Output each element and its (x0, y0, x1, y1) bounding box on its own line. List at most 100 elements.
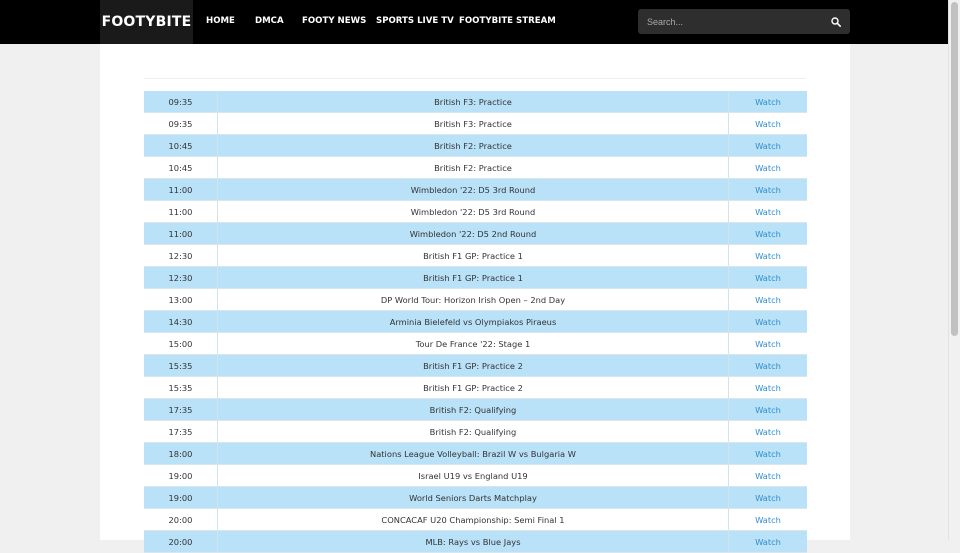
match-time: 11:00 (144, 178, 218, 201)
scrollbar-thumb[interactable] (951, 2, 958, 336)
watch-cell: Watch (728, 530, 807, 553)
watch-link[interactable]: Watch (755, 295, 781, 305)
schedule-row: 20:00 CONCACAF U20 Championship: Semi Fin… (144, 508, 807, 531)
nav-dmca[interactable]: DMCA (255, 0, 284, 44)
watch-link[interactable]: Watch (755, 119, 781, 129)
watch-cell: Watch (728, 91, 807, 113)
event-title: Israel U19 vs England U19 (217, 464, 729, 487)
watch-cell: Watch (728, 266, 807, 289)
event-title: MLB: Rays vs Blue Jays (217, 530, 729, 553)
match-time: 15:35 (144, 354, 218, 377)
watch-cell: Watch (728, 200, 807, 223)
top-navbar: FOOTYBITE HOME DMCA FOOTY NEWS SPORTS LI… (0, 0, 948, 44)
page-scrollbar[interactable] (948, 0, 960, 540)
search-box (638, 9, 850, 34)
content-divider (144, 78, 806, 79)
search-button[interactable] (827, 13, 845, 30)
match-time: 12:30 (144, 266, 218, 289)
watch-link[interactable]: Watch (755, 427, 781, 437)
match-time: 15:00 (144, 332, 218, 355)
watch-cell: Watch (728, 354, 807, 377)
watch-link[interactable]: Watch (755, 185, 781, 195)
event-title: DP World Tour: Horizon Irish Open – 2nd … (217, 288, 729, 311)
event-title: British F1 GP: Practice 1 (217, 266, 729, 289)
watch-link[interactable]: Watch (755, 537, 781, 547)
schedule-row: 11:00 Wimbledon '22: D5 2nd Round Watch (144, 222, 807, 245)
event-title: British F2: Practice (217, 134, 729, 157)
watch-link[interactable]: Watch (755, 339, 781, 349)
schedule-table: 09:35 British F3: Practice Watch 09:35 Briti… (144, 91, 807, 553)
event-title: British F3: Practice (217, 91, 729, 113)
match-time: 12:30 (144, 244, 218, 267)
watch-cell: Watch (728, 398, 807, 421)
watch-link[interactable]: Watch (755, 493, 781, 503)
match-time: 17:35 (144, 398, 218, 421)
watch-cell: Watch (728, 508, 807, 531)
watch-link[interactable]: Watch (755, 405, 781, 415)
event-title: British F1 GP: Practice 2 (217, 376, 729, 399)
schedule-row: 17:35 British F2: Qualifying Watch (144, 420, 807, 443)
watch-link[interactable]: Watch (755, 273, 781, 283)
nav-footybite-stream[interactable]: FOOTYBITE STREAM (459, 0, 556, 44)
nav-sports-live-tv[interactable]: SPORTS LIVE TV (376, 0, 454, 44)
schedule-row: 19:00 World Seniors Darts Matchplay Watch (144, 486, 807, 509)
watch-link[interactable]: Watch (755, 141, 781, 151)
event-title: British F2: Qualifying (217, 420, 729, 443)
watch-cell: Watch (728, 442, 807, 465)
schedule-row: 10:45 British F2: Practice Watch (144, 156, 807, 179)
match-time: 10:45 (144, 134, 218, 157)
match-time: 13:00 (144, 288, 218, 311)
schedule-row: 10:45 British F2: Practice Watch (144, 134, 807, 157)
schedule-row: 15:35 British F1 GP: Practice 2 Watch (144, 354, 807, 377)
event-title: British F2: Practice (217, 156, 729, 179)
watch-cell: Watch (728, 112, 807, 135)
schedule-row: 09:35 British F3: Practice Watch (144, 112, 807, 135)
match-time: 11:00 (144, 222, 218, 245)
event-title: World Seniors Darts Matchplay (217, 486, 729, 509)
watch-link[interactable]: Watch (755, 207, 781, 217)
schedule-row: 20:00 MLB: Rays vs Blue Jays Watch (144, 530, 807, 553)
match-time: 09:35 (144, 91, 218, 113)
watch-link[interactable]: Watch (755, 229, 781, 239)
watch-cell: Watch (728, 486, 807, 509)
event-title: British F1 GP: Practice 2 (217, 354, 729, 377)
event-title: CONCACAF U20 Championship: Semi Final 1 (217, 508, 729, 531)
match-time: 17:35 (144, 420, 218, 443)
schedule-row: 11:00 Wimbledon '22: D5 3rd Round Watch (144, 178, 807, 201)
watch-cell: Watch (728, 288, 807, 311)
schedule-row: 19:00 Israel U19 vs England U19 Watch (144, 464, 807, 487)
nav-footy-news[interactable]: FOOTY NEWS (302, 0, 366, 44)
watch-link[interactable]: Watch (755, 383, 781, 393)
watch-link[interactable]: Watch (755, 471, 781, 481)
match-time: 10:45 (144, 156, 218, 179)
watch-cell: Watch (728, 222, 807, 245)
watch-cell: Watch (728, 156, 807, 179)
watch-link[interactable]: Watch (755, 97, 781, 107)
schedule-row: 14:30 Arminia Bielefeld vs Olympiakos Pir… (144, 310, 807, 333)
schedule-row: 12:30 British F1 GP: Practice 1 Watch (144, 266, 807, 289)
event-title: Wimbledon '22: D5 2nd Round (217, 222, 729, 245)
site-logo[interactable]: FOOTYBITE (100, 0, 193, 44)
event-title: Arminia Bielefeld vs Olympiakos Piraeus (217, 310, 729, 333)
event-title: British F2: Qualifying (217, 398, 729, 421)
nav-home[interactable]: HOME (206, 0, 235, 44)
watch-link[interactable]: Watch (755, 317, 781, 327)
schedule-row: 15:00 Tour De France '22: Stage 1 Watch (144, 332, 807, 355)
search-input[interactable] (638, 9, 818, 34)
watch-link[interactable]: Watch (755, 163, 781, 173)
match-time: 19:00 (144, 464, 218, 487)
watch-link[interactable]: Watch (755, 449, 781, 459)
schedule-row: 11:00 Wimbledon '22: D5 3rd Round Watch (144, 200, 807, 223)
search-icon (831, 16, 841, 27)
match-time: 20:00 (144, 530, 218, 553)
match-time: 20:00 (144, 508, 218, 531)
watch-link[interactable]: Watch (755, 361, 781, 371)
match-time: 19:00 (144, 486, 218, 509)
match-time: 14:30 (144, 310, 218, 333)
event-title: British F3: Practice (217, 112, 729, 135)
schedule-row: 13:00 DP World Tour: Horizon Irish Open –… (144, 288, 807, 311)
watch-cell: Watch (728, 134, 807, 157)
event-title: Wimbledon '22: D5 3rd Round (217, 178, 729, 201)
watch-link[interactable]: Watch (755, 515, 781, 525)
watch-link[interactable]: Watch (755, 251, 781, 261)
